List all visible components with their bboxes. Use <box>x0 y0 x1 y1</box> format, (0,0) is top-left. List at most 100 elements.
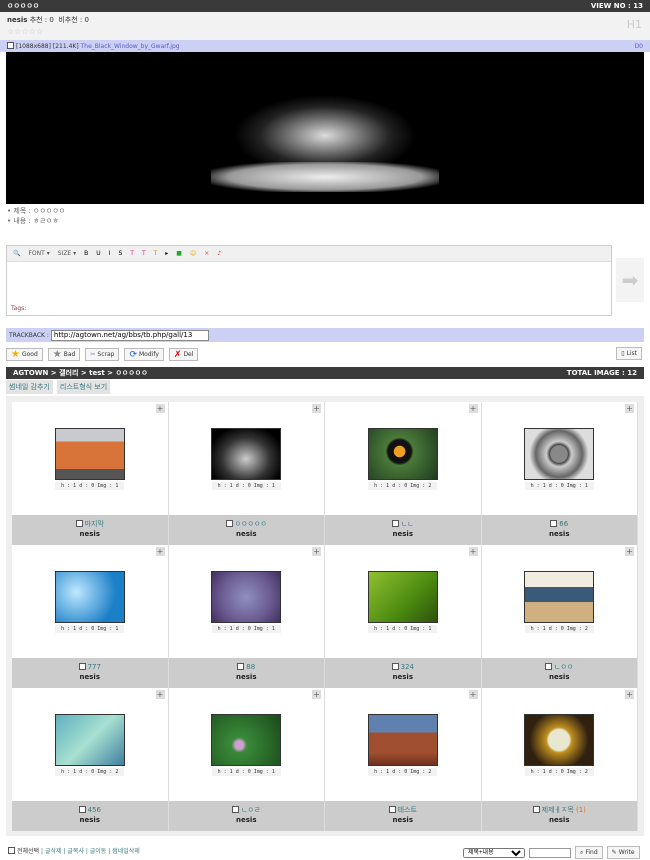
item-title[interactable]: ㄴㅇㄹ <box>241 806 260 814</box>
plus-icon[interactable]: + <box>468 547 478 556</box>
editor-tool[interactable]: T <box>142 250 146 257</box>
search-option-select[interactable]: 제목+내용 <box>463 847 525 858</box>
submit-comment-button[interactable]: ➡ <box>616 258 644 302</box>
thumbnail[interactable] <box>524 427 595 480</box>
editor-tool[interactable]: ▸ <box>165 250 168 257</box>
editor-tool[interactable]: ■ <box>176 250 182 257</box>
item-checkbox[interactable] <box>545 663 553 670</box>
thumbnail[interactable] <box>54 570 125 623</box>
item-stats: h : 1 d : 0 Img : 1 <box>211 624 281 633</box>
star-icon: ★ <box>11 349 20 360</box>
editor-tool[interactable]: T <box>130 250 134 257</box>
editor-tool[interactable]: SIZE ▾ <box>58 250 76 257</box>
editor-tool[interactable]: ☺ <box>190 250 196 257</box>
item-title[interactable]: ㅇㅇㅇㅇㅇ <box>235 520 267 528</box>
editor-tool[interactable]: T <box>154 250 158 257</box>
thumbnail[interactable] <box>211 713 282 766</box>
select-all-checkbox[interactable]: 전체선택 <box>8 847 39 855</box>
plus-icon[interactable]: + <box>312 547 321 556</box>
gallery-item: + h : 1 d : 0 Img : 1 ㅇㅇㅇㅇㅇ nesis <box>168 402 325 545</box>
item-title[interactable]: 제제ㅔㅈ목 <box>542 806 574 814</box>
bad-button[interactable]: ★ Bad <box>47 348 81 361</box>
plus-icon[interactable]: + <box>625 690 634 699</box>
list-view-button[interactable]: 리스트형식 보기 <box>56 380 111 394</box>
thumbnail[interactable] <box>367 713 438 766</box>
list-button[interactable]: ▯ List <box>616 347 642 360</box>
thumbnail[interactable] <box>524 713 595 766</box>
star-icon: ★ <box>52 349 62 360</box>
item-title[interactable]: 777 <box>88 663 101 671</box>
thumbnail[interactable] <box>211 427 282 480</box>
bulk-action-link[interactable]: 글삭제 <box>45 848 62 855</box>
plus-icon[interactable]: + <box>625 547 634 556</box>
trackback-url-field[interactable] <box>50 329 209 341</box>
plus-icon[interactable]: + <box>625 404 634 413</box>
item-checkbox[interactable] <box>532 806 540 813</box>
item-title[interactable]: ㄴㅇㅇ <box>554 663 573 671</box>
editor-tool[interactable]: S <box>118 250 122 257</box>
item-title[interactable]: 테스트 <box>398 806 417 814</box>
rating-stars[interactable]: ☆☆☆☆☆ <box>7 27 643 36</box>
editor-tool[interactable]: B <box>84 250 88 257</box>
item-title[interactable]: 88 <box>246 663 255 671</box>
find-button[interactable]: ⌕ Find <box>575 846 603 859</box>
item-title[interactable]: 마지막 <box>85 520 104 528</box>
item-stats: h : 1 d : 0 Img : 2 <box>55 767 125 776</box>
editor-tool[interactable]: FONT ▾ <box>28 250 49 257</box>
bulk-action-link[interactable]: 글복사 <box>67 848 84 855</box>
item-checkbox[interactable] <box>550 520 558 527</box>
gallery-item: + h : 1 d : 0 Img : 2 456 nesis <box>12 688 169 831</box>
item-checkbox[interactable] <box>225 520 233 527</box>
item-title[interactable]: 324 <box>401 663 414 671</box>
plus-icon[interactable]: + <box>155 690 165 699</box>
refresh-icon: ⟳ <box>129 349 137 360</box>
good-button[interactable]: ★ Good <box>6 348 43 361</box>
hide-thumbnails-button[interactable]: 썸네일 감추기 <box>6 380 53 394</box>
scrap-button[interactable]: ✂ Scrap <box>85 348 120 361</box>
author[interactable]: nesis <box>7 16 27 24</box>
write-button[interactable]: ✎ Write <box>606 846 640 859</box>
attachment-link[interactable]: The_Black_Window_by_Gwarf.jpg <box>81 43 180 50</box>
search-input[interactable] <box>529 847 571 858</box>
item-checkbox[interactable] <box>391 520 399 527</box>
plus-icon[interactable]: + <box>155 404 165 413</box>
thumbnail[interactable] <box>54 427 125 480</box>
item-checkbox[interactable] <box>237 663 245 670</box>
item-author: nesis <box>236 530 257 538</box>
plus-icon[interactable]: + <box>312 404 321 413</box>
bulk-action-link[interactable]: 글이동 <box>90 848 107 855</box>
item-checkbox[interactable] <box>78 663 86 670</box>
modify-button[interactable]: ⟳ Modify <box>124 348 164 361</box>
thumbnail[interactable] <box>211 570 282 623</box>
plus-icon[interactable]: + <box>155 547 165 556</box>
item-title[interactable]: 66 <box>559 520 568 528</box>
comment-editor[interactable]: 🔍 FONT ▾ SIZE ▾ B U I S T T T ▸ ■ ☺ × ♪ Tags: <box>6 245 612 316</box>
bulk-action-link[interactable]: 썸네일삭제 <box>112 848 140 855</box>
thumbnail[interactable] <box>367 570 438 623</box>
item-checkbox[interactable] <box>232 806 240 813</box>
item-checkbox[interactable] <box>78 806 86 813</box>
item-checkbox[interactable] <box>75 520 83 527</box>
editor-tool[interactable]: U <box>96 250 100 257</box>
delete-button[interactable]: ✗ Del <box>168 348 199 361</box>
item-stats: h : 1 d : 0 Img : 1 <box>55 481 125 490</box>
item-title[interactable]: 456 <box>88 806 101 814</box>
plus-icon[interactable]: + <box>468 404 478 413</box>
gallery-item: + h : 1 d : 0 Img : 2 ㄴㅇㅇ nesis <box>481 545 638 688</box>
editor-tool[interactable]: 🔍 <box>13 250 20 257</box>
editor-tool[interactable]: × <box>204 250 209 257</box>
editor-toolbar: 🔍 FONT ▾ SIZE ▾ B U I S T T T ▸ ■ ☺ × ♪ <box>7 246 611 262</box>
thumbnail[interactable] <box>524 570 595 623</box>
item-author: nesis <box>549 816 570 824</box>
editor-tool[interactable]: I <box>109 250 111 257</box>
item-checkbox[interactable] <box>388 806 396 813</box>
editor-tool[interactable]: ♪ <box>217 250 221 257</box>
thumbnail[interactable] <box>367 427 438 480</box>
item-author: nesis <box>549 673 570 681</box>
item-title[interactable]: ㄴㄴ <box>401 520 414 528</box>
plus-icon[interactable]: + <box>468 690 478 699</box>
post-header: nesis 추천 : 0 비추천 : 0 ☆☆☆☆☆ H1 <box>0 12 650 40</box>
thumbnail[interactable] <box>54 713 125 766</box>
plus-icon[interactable]: + <box>312 690 321 699</box>
item-checkbox[interactable] <box>391 663 399 670</box>
